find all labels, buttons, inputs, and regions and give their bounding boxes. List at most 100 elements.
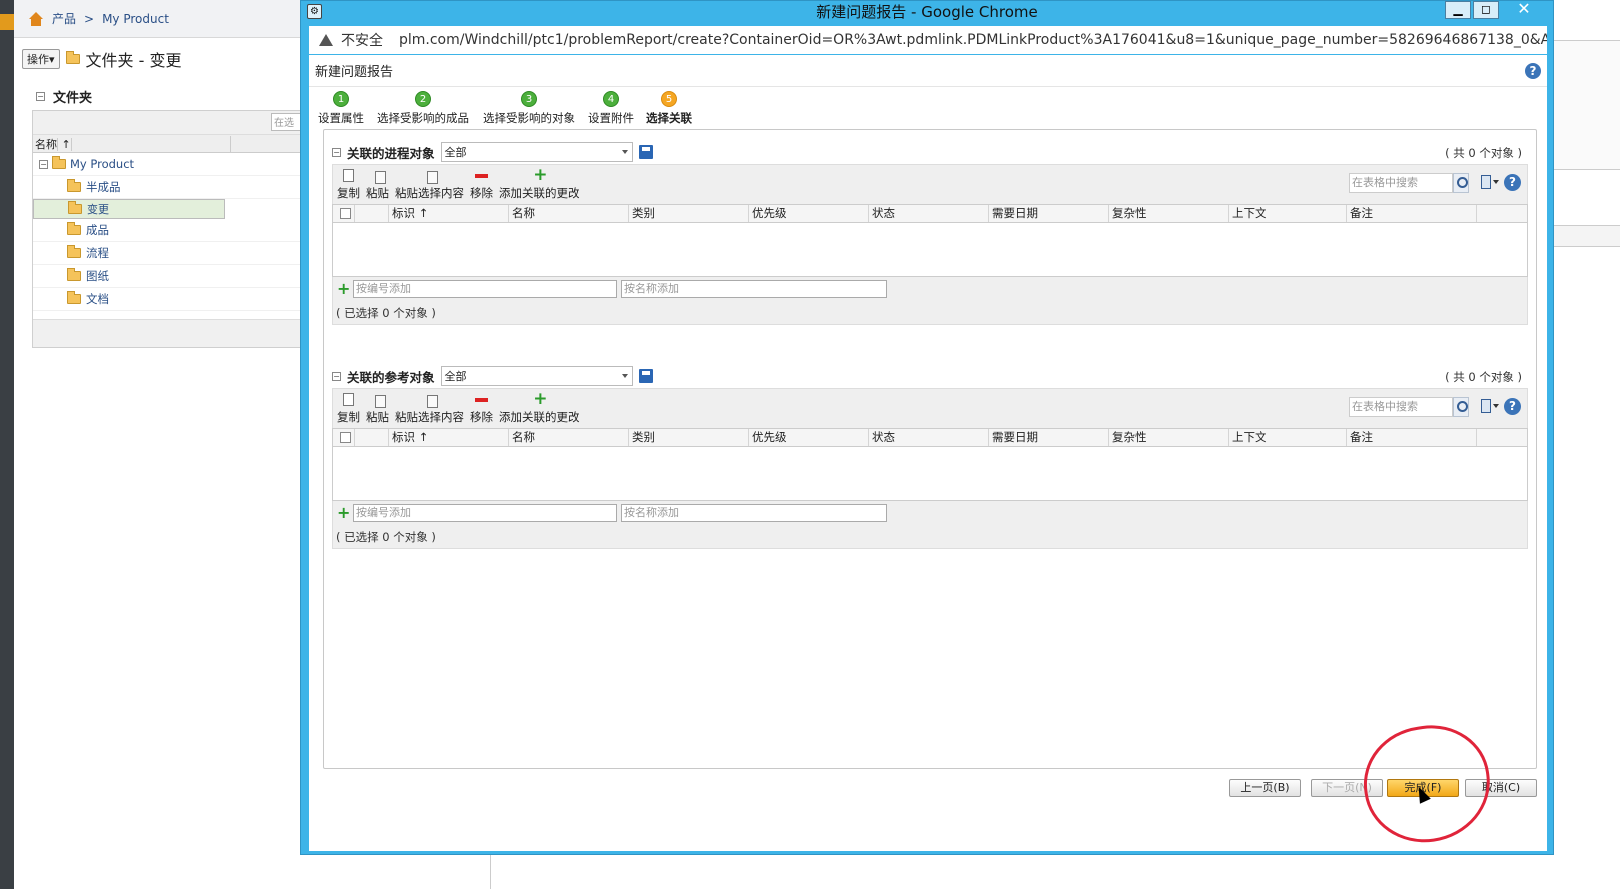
- product-icon: [52, 156, 66, 169]
- warning-icon[interactable]: [319, 34, 333, 46]
- remove-button[interactable]: 移除: [470, 168, 493, 201]
- save-icon[interactable]: [638, 369, 653, 383]
- maximize-button[interactable]: ◻: [1473, 1, 1499, 19]
- tree-item[interactable]: 图纸: [33, 265, 303, 288]
- tree-item[interactable]: 流程: [33, 242, 303, 265]
- help-icon[interactable]: ?: [1504, 174, 1521, 191]
- column-header[interactable]: 类别: [629, 205, 749, 222]
- column-header[interactable]: 需要日期: [989, 205, 1109, 222]
- add-icon: +: [533, 165, 548, 185]
- tree-item-label[interactable]: 文档: [86, 291, 109, 307]
- columns-icon[interactable]: [1481, 175, 1491, 189]
- paste-selection-button[interactable]: 粘贴选择内容: [395, 168, 464, 201]
- add-icon[interactable]: +: [337, 281, 350, 297]
- column-header[interactable]: 上下文: [1229, 429, 1347, 446]
- insecure-label[interactable]: 不安全: [341, 30, 383, 50]
- copy-button[interactable]: 复制: [337, 168, 360, 201]
- column-header[interactable]: 备注: [1347, 429, 1477, 446]
- tree-item-selected[interactable]: 变更: [33, 199, 225, 219]
- tree-item-label[interactable]: 成品: [86, 222, 109, 238]
- close-button[interactable]: ✕: [1501, 1, 1547, 19]
- help-icon[interactable]: ?: [1525, 63, 1541, 79]
- tree-item-label[interactable]: 半成品: [86, 179, 121, 195]
- add-by-number-input[interactable]: 按编号添加: [353, 504, 617, 522]
- column-header[interactable]: 状态: [869, 429, 989, 446]
- remove-button[interactable]: 移除: [470, 392, 493, 425]
- collapse-icon[interactable]: −: [36, 91, 45, 101]
- select-all-checkbox[interactable]: [340, 208, 351, 219]
- search-icon[interactable]: [1453, 397, 1469, 417]
- tree-root-row[interactable]: − My Product: [33, 153, 303, 176]
- paste-button[interactable]: 粘贴: [366, 392, 389, 425]
- actions-menu-button[interactable]: 操作▾: [22, 49, 60, 69]
- prev-button[interactable]: 上一页(B): [1229, 779, 1301, 797]
- column-header[interactable]: 标识 ↑: [389, 205, 509, 222]
- column-header[interactable]: 优先级: [749, 429, 869, 446]
- remove-icon: [474, 174, 488, 178]
- filter-select[interactable]: 全部: [440, 366, 633, 386]
- copy-button[interactable]: 复制: [337, 392, 360, 425]
- group-title: 关联的进程对象: [347, 145, 435, 161]
- column-header[interactable]: 需要日期: [989, 429, 1109, 446]
- table-search-input[interactable]: 在表格中搜索: [1349, 173, 1453, 193]
- add-icon[interactable]: +: [337, 505, 350, 521]
- column-header[interactable]: 名称: [509, 429, 629, 446]
- column-header[interactable]: 上下文: [1229, 205, 1347, 222]
- tree-item[interactable]: 半成品: [33, 176, 303, 199]
- paste-button[interactable]: 粘贴: [366, 168, 389, 201]
- add-by-name-input[interactable]: 按名称添加: [621, 504, 887, 522]
- chevron-down-icon[interactable]: [1493, 180, 1499, 184]
- column-header[interactable]: 类别: [629, 429, 749, 446]
- tree-item[interactable]: 成品: [33, 219, 303, 242]
- select-all-checkbox[interactable]: [340, 432, 351, 443]
- column-header[interactable]: 标识 ↑: [389, 429, 509, 446]
- folder-icon: [68, 201, 82, 214]
- filter-select[interactable]: 全部: [440, 142, 633, 162]
- folder-icon: [67, 245, 81, 258]
- tree-search-input[interactable]: 在选: [271, 113, 303, 131]
- column-header[interactable]: 复杂性: [1109, 429, 1229, 446]
- tree-item-label[interactable]: 变更: [87, 201, 109, 217]
- add-by-number-input[interactable]: 按编号添加: [353, 280, 617, 298]
- add-related-change-button[interactable]: + 添加关联的更改: [499, 165, 580, 201]
- wizard-step-4[interactable]: 4 设置附件: [587, 91, 635, 127]
- column-header[interactable]: 优先级: [749, 205, 869, 222]
- wizard-step-1[interactable]: 1 设置属性: [317, 91, 365, 127]
- add-by-name-input[interactable]: 按名称添加: [621, 280, 887, 298]
- tree-item-label[interactable]: 图纸: [86, 268, 109, 284]
- add-related-change-button[interactable]: + 添加关联的更改: [499, 391, 580, 425]
- wizard-step-3[interactable]: 3 选择受影响的对象: [481, 91, 577, 127]
- breadcrumb-root[interactable]: 产品: [52, 10, 76, 27]
- chevron-down-icon[interactable]: [1493, 404, 1499, 408]
- home-icon[interactable]: [28, 11, 44, 26]
- paste-selection-label: 粘贴选择内容: [395, 186, 464, 200]
- column-header[interactable]: 名称: [509, 205, 629, 222]
- wizard-step-5[interactable]: 5 选择关联: [645, 91, 693, 127]
- breadcrumb-current[interactable]: My Product: [102, 12, 169, 26]
- column-header[interactable]: 复杂性: [1109, 205, 1229, 222]
- paste-icon: [374, 395, 386, 408]
- minimize-button[interactable]: ▁: [1445, 1, 1471, 19]
- tree-item-label[interactable]: 流程: [86, 245, 109, 261]
- paste-selection-button[interactable]: 粘贴选择内容: [395, 392, 464, 425]
- help-icon[interactable]: ?: [1504, 398, 1521, 415]
- collapse-icon[interactable]: −: [332, 371, 341, 381]
- columns-icon[interactable]: [1481, 399, 1491, 413]
- collapse-icon[interactable]: −: [332, 147, 341, 157]
- table-search-input[interactable]: 在表格中搜索: [1349, 397, 1453, 417]
- collapse-icon[interactable]: −: [39, 159, 48, 169]
- address-bar[interactable]: 不安全 plm.com/Windchill/ptc1/problemReport…: [309, 26, 1547, 54]
- tree-item[interactable]: 文档: [33, 288, 303, 311]
- group-header: − 关联的进程对象 全部 ( 共 0 个对象 ): [332, 140, 1528, 164]
- search-icon[interactable]: [1453, 173, 1469, 193]
- copy-label: 复制: [337, 410, 360, 424]
- window-app-icon: ⚙: [307, 4, 322, 19]
- wizard-step-2[interactable]: 2 选择受影响的成品: [375, 91, 471, 127]
- tree-column-header[interactable]: 名称 ↑: [33, 135, 303, 153]
- window-titlebar[interactable]: ⚙ 新建问题报告 - Google Chrome ▁ ◻ ✕: [301, 1, 1553, 25]
- save-icon[interactable]: [638, 145, 653, 159]
- column-header[interactable]: 状态: [869, 205, 989, 222]
- tree-root-label[interactable]: My Product: [70, 157, 134, 171]
- url-text[interactable]: plm.com/Windchill/ptc1/problemReport/cre…: [399, 32, 1547, 48]
- column-header[interactable]: 备注: [1347, 205, 1477, 222]
